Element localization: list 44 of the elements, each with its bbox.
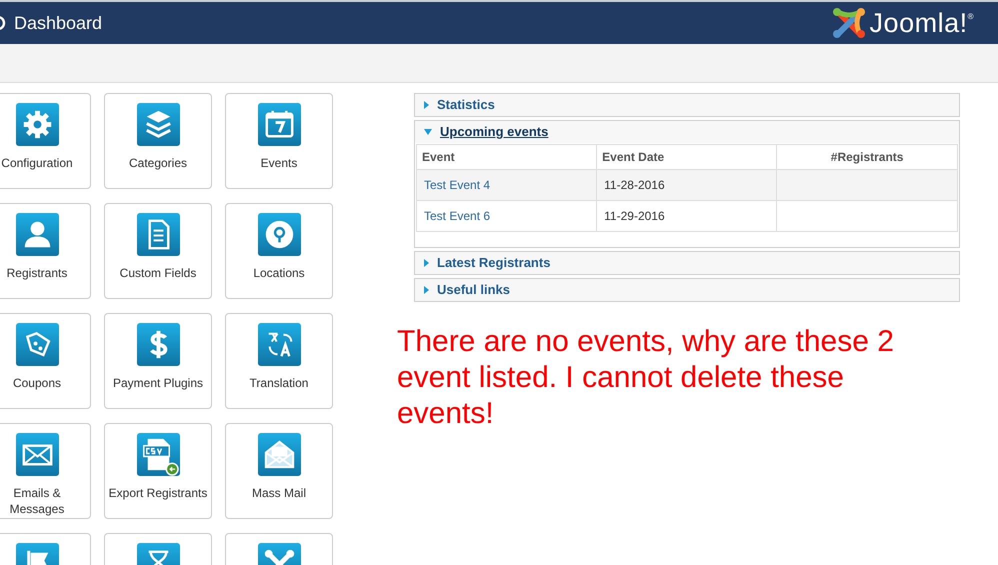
translate-icon bbox=[258, 323, 300, 366]
panel-header[interactable]: Useful links bbox=[415, 279, 959, 301]
caret-down-icon bbox=[424, 129, 432, 135]
event-link[interactable]: Test Event 6 bbox=[424, 209, 490, 223]
dashboard-tile[interactable]: Events bbox=[225, 93, 333, 189]
dashboard-tile[interactable]: Payment Plugins bbox=[104, 313, 212, 409]
event-link[interactable]: Test Event 4 bbox=[424, 178, 490, 192]
layers-icon bbox=[136, 103, 180, 146]
gear-icon bbox=[16, 103, 58, 146]
document-icon bbox=[136, 213, 180, 256]
panel-header[interactable]: Upcoming events bbox=[415, 121, 959, 143]
caret-right-icon bbox=[424, 286, 429, 294]
joomla-logo-text: Joomla!$^{®}$ bbox=[870, 10, 974, 36]
panel-header[interactable]: Statistics bbox=[415, 94, 959, 116]
event-date: 11-29-2016 bbox=[604, 209, 665, 223]
dashboard-tile[interactable]: Registrants bbox=[0, 203, 91, 299]
dashboard-tile[interactable]: Translation bbox=[225, 313, 333, 409]
dashboard-icon bbox=[0, 15, 6, 31]
dashboard-tile[interactable]: Mass Mail bbox=[225, 423, 333, 519]
dashboard-tile[interactable]: Coupons bbox=[0, 313, 91, 409]
column-header: Event Date bbox=[596, 144, 777, 170]
dashboard-tile[interactable]: Categories bbox=[104, 93, 212, 189]
column-header: Event bbox=[416, 144, 597, 170]
joomla-logo-icon bbox=[832, 6, 866, 40]
caret-right-icon bbox=[424, 101, 429, 109]
envelope-icon bbox=[16, 433, 58, 476]
calendar-icon bbox=[258, 103, 300, 146]
tag-icon bbox=[16, 323, 58, 366]
dollar-icon bbox=[136, 323, 180, 366]
dashboard-tile[interactable]: Emails & Messages bbox=[0, 423, 91, 519]
user-icon bbox=[16, 213, 58, 256]
csv-file-icon bbox=[136, 433, 180, 476]
page-title: Dashboard bbox=[14, 12, 102, 34]
annotation-text: There are no events, why are these 2 event listed. I cannot delete these events! bbox=[397, 324, 895, 432]
column-header: #Registrants bbox=[776, 144, 958, 170]
caret-right-icon bbox=[424, 259, 429, 267]
dashboard-tile[interactable]: Configuration bbox=[0, 93, 91, 189]
event-date: 11-28-2016 bbox=[604, 178, 665, 192]
open-envelope-icon bbox=[258, 433, 300, 476]
map-pin-icon bbox=[258, 213, 300, 256]
panel-header[interactable]: Latest Registrants bbox=[415, 252, 959, 274]
dashboard-tile[interactable]: Export Registrants bbox=[104, 423, 212, 519]
dashboard-tile[interactable]: Custom Fields bbox=[104, 203, 212, 299]
dashboard-tile[interactable]: Locations bbox=[225, 203, 333, 299]
